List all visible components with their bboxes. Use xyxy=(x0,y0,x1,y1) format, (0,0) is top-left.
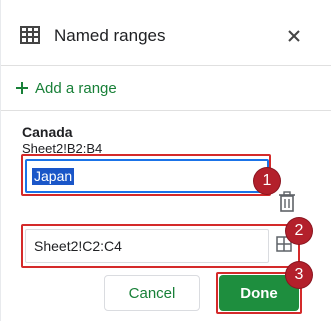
range-reference-value: Sheet2!C2:C4 xyxy=(34,238,122,254)
range-reference-input[interactable]: Sheet2!C2:C4 xyxy=(25,229,292,263)
panel-title: Named ranges xyxy=(54,26,166,45)
panel-header: Named ranges xyxy=(1,0,331,66)
divider xyxy=(1,110,331,111)
range-name-value: Japan xyxy=(32,168,75,185)
add-range-label: Add a range xyxy=(35,79,117,97)
close-icon[interactable] xyxy=(285,27,303,45)
add-range-button[interactable]: Add a range xyxy=(15,78,117,98)
trash-icon[interactable] xyxy=(278,191,296,213)
callout-badge-2: 2 xyxy=(286,218,312,244)
table-icon xyxy=(20,26,40,44)
named-range-name: Canada xyxy=(22,124,73,140)
range-name-input[interactable]: Japan xyxy=(25,159,269,193)
callout-badge-1: 1 xyxy=(254,168,280,194)
cancel-button[interactable]: Cancel xyxy=(104,275,200,311)
named-ranges-panel: Named ranges Add a range Canada Sheet2!B… xyxy=(0,0,331,321)
named-range-reference: Sheet2!B2:B4 xyxy=(22,141,103,156)
callout-badge-3: 3 xyxy=(286,262,312,288)
plus-icon xyxy=(16,82,28,94)
named-range-item[interactable]: Canada Sheet2!B2:B4 xyxy=(22,124,102,157)
